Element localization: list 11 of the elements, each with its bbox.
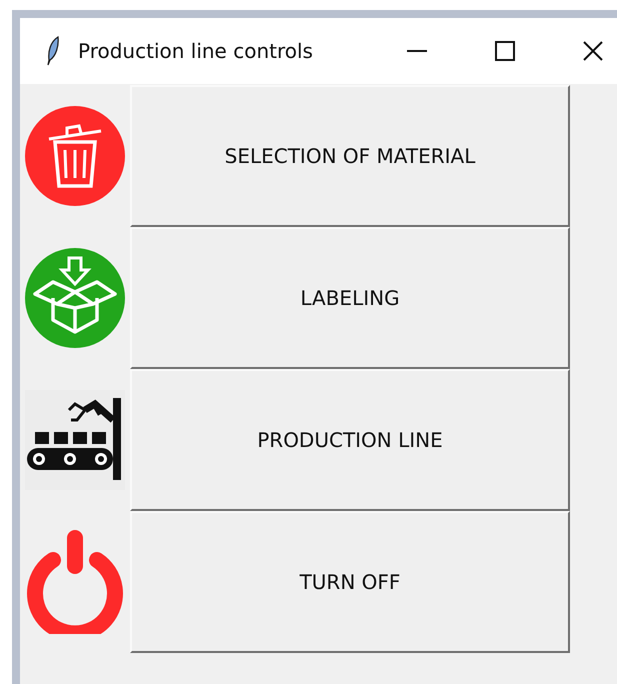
action-button[interactable]: LABELING bbox=[130, 227, 570, 369]
box-icon bbox=[25, 248, 125, 348]
trash-icon bbox=[25, 106, 125, 206]
maximize-icon[interactable] bbox=[494, 40, 516, 62]
action-button[interactable]: SELECTION OF MATERIAL bbox=[130, 85, 570, 227]
power-icon bbox=[25, 530, 125, 634]
close-icon[interactable] bbox=[582, 40, 604, 62]
action-button[interactable]: TURN OFF bbox=[130, 511, 570, 653]
window-title: Production line controls bbox=[78, 39, 313, 63]
action-button[interactable]: PRODUCTION LINE bbox=[130, 369, 570, 511]
feather-icon bbox=[46, 36, 60, 66]
